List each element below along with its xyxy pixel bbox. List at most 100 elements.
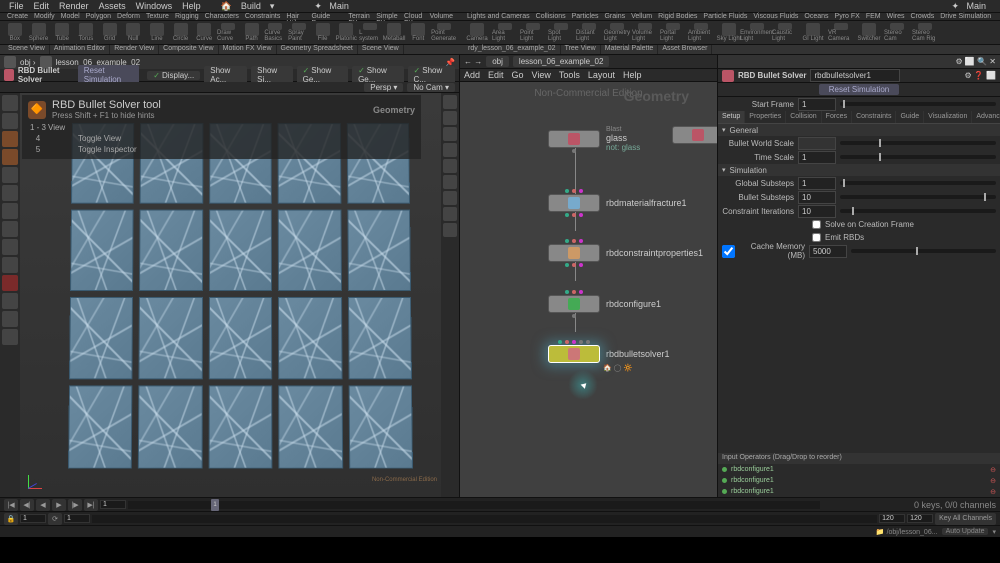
tool-switcher[interactable]: Switcher [856,23,882,42]
param-node-name-input[interactable] [810,69,900,82]
pane-tabs-left-item-3[interactable]: Composite View [159,45,218,54]
shelves-right-item-12[interactable]: Crowds [908,13,938,20]
node-blast-glass[interactable]: Blast glass not: glass [548,126,640,152]
shelves-left-item-9[interactable]: Hair Utils [283,13,308,20]
tool-metaball[interactable]: Metaball [383,23,406,42]
constriters-input[interactable] [798,205,836,218]
tool-file[interactable]: File [312,23,334,42]
key-all-button[interactable]: Key All Channels [935,513,996,525]
pane-tabs-left[interactable]: Scene ViewAnimation EditorRender ViewCom… [0,45,460,55]
tool-sphere[interactable]: Sphere [28,23,50,42]
tool-line[interactable]: Line [146,23,168,42]
pane-tabs-right[interactable]: rdy_lesson_06_example_02Tree ViewMateria… [460,45,1000,55]
tool-draw-curve[interactable]: Draw Curve [217,23,239,42]
disp-icon-1[interactable] [443,95,457,109]
tool-platonic[interactable]: Platonic [335,23,357,42]
tool-null[interactable]: Null [122,23,144,42]
tool-sky-light[interactable]: Sky Light [716,23,742,42]
param-reset-button[interactable]: Reset Simulation [819,84,899,95]
shelves-left-item-5[interactable]: Texture [143,13,172,20]
pane-tabs-right-item-3[interactable]: Asset Browser [658,45,712,54]
shelves-left-item-8[interactable]: Constraints [242,13,283,20]
pane-tabs-left-item-0[interactable]: Scene View [4,45,50,54]
pane-tabs-right-item-0[interactable]: rdy_lesson_06_example_02 [464,45,561,54]
node-blast-notglass[interactable] [672,126,717,144]
shelves-left-item-12[interactable]: Simple FX [373,13,401,20]
node-menus-item-0[interactable]: Add [464,70,480,80]
disp-icon-3[interactable] [443,127,457,141]
tool-icon-10[interactable] [2,293,18,309]
crumb-obj[interactable]: obj [486,56,509,67]
disp-icon-5[interactable] [443,159,457,173]
shelves-left-item-1[interactable]: Modify [31,13,58,20]
tool-icon-8[interactable] [2,257,18,273]
shelves-right-item-10[interactable]: FEM [863,13,884,20]
take-selector[interactable]: ✦ Main [309,1,359,12]
status-dropdown-icon[interactable]: ▾ [992,528,996,536]
show-display[interactable]: Display... [147,71,200,80]
bulletsub-slider[interactable] [840,195,996,199]
tool-point-generate[interactable]: Point Generate [431,23,456,42]
section-general[interactable]: General [718,124,1000,136]
param-tab-advanced[interactable]: Advanced [972,111,1000,123]
disp-icon-9[interactable] [443,223,457,237]
node-menus-item-5[interactable]: Layout [588,70,615,80]
timeline-track[interactable]: 1 [128,501,820,509]
tool-grid[interactable]: Grid [99,23,121,42]
shelves-left-item-13[interactable]: Cloud FX [401,13,427,20]
tool-caustic-light[interactable]: Caustic Light [772,23,798,42]
bulletsub-input[interactable] [798,191,836,204]
param-tab-visualization[interactable]: Visualization [924,111,972,123]
shelf-tabs-right[interactable]: Lights and CamerasCollisionsParticlesGra… [460,13,1000,21]
tool-l-system[interactable]: L system [359,23,381,42]
cachemem-slider[interactable] [851,249,996,253]
shelves-right-item-13[interactable]: Drive Simulation [937,13,994,20]
tool-icon-6[interactable] [2,221,18,237]
cachemem-input[interactable] [809,245,847,258]
tool-tube[interactable]: Tube [51,23,73,42]
play-button[interactable]: ▶ [52,499,66,511]
globalsub-input[interactable] [798,177,836,190]
magnet-icon[interactable] [2,275,18,291]
tool-geometry-light[interactable]: Geometry Light [604,23,630,42]
tool-box[interactable]: Box [4,23,26,42]
node-menus-item-3[interactable]: View [532,70,551,80]
tool-font[interactable]: Font [407,23,429,42]
tool-icon-4[interactable] [2,185,18,201]
tool-environment-light[interactable]: Environment Light [744,23,770,42]
cam-dropdown[interactable]: No Cam ▾ [407,83,455,92]
tool-area-light[interactable]: Area Light [492,23,518,42]
node-rbdconstraintproperties[interactable]: rbdconstraintproperties1 [548,244,703,262]
last-frame-button[interactable]: ▶| [84,499,98,511]
tool-icon-3[interactable] [2,167,18,183]
section-simulation[interactable]: Simulation [718,164,1000,176]
shelves-right-item-2[interactable]: Particles [569,13,602,20]
bws-input[interactable] [798,137,836,150]
constriters-slider[interactable] [840,209,996,213]
shelves-left-item-4[interactable]: Deform [114,13,143,20]
home-icon[interactable] [4,56,16,68]
network-canvas[interactable]: Non-Commercial Edition Geometry Blast gl… [460,82,717,497]
node-menus-item-2[interactable]: Go [512,70,524,80]
tool-vr-camera[interactable]: VR Camera [828,23,854,42]
shelves-left-item-0[interactable]: Create [4,13,31,20]
tool-spray-paint[interactable]: Spray Paint [288,23,310,42]
tool-portal-light[interactable]: Portal Light [660,23,686,42]
desktop-selector[interactable]: 🏠 Build ▾ [216,1,280,12]
globalsub-slider[interactable] [840,181,996,185]
realtime-icon[interactable]: ⟳ [48,513,62,525]
pane-tabs-left-item-5[interactable]: Geometry Spreadsheet [277,45,358,54]
tool-volume-light[interactable]: Volume Light [632,23,658,42]
tool-camera[interactable]: Camera [464,23,490,42]
range-track[interactable] [92,515,877,523]
start-frame-input[interactable] [798,98,836,111]
shelf-tabs-left[interactable]: CreateModifyModelPolygonDeformTextureRig… [0,13,460,21]
shelves-right-item-11[interactable]: Wires [884,13,908,20]
node-rbdconfigure[interactable]: rbdconfigure1 [548,295,661,313]
shelves-right-item-8[interactable]: Oceans [801,13,831,20]
bws-slider[interactable] [840,141,996,145]
node-menus-item-6[interactable]: Help [623,70,642,80]
param-tab-constraints[interactable]: Constraints [852,111,896,123]
disp-icon-6[interactable] [443,175,457,189]
param-tab-setup[interactable]: Setup [718,111,745,123]
